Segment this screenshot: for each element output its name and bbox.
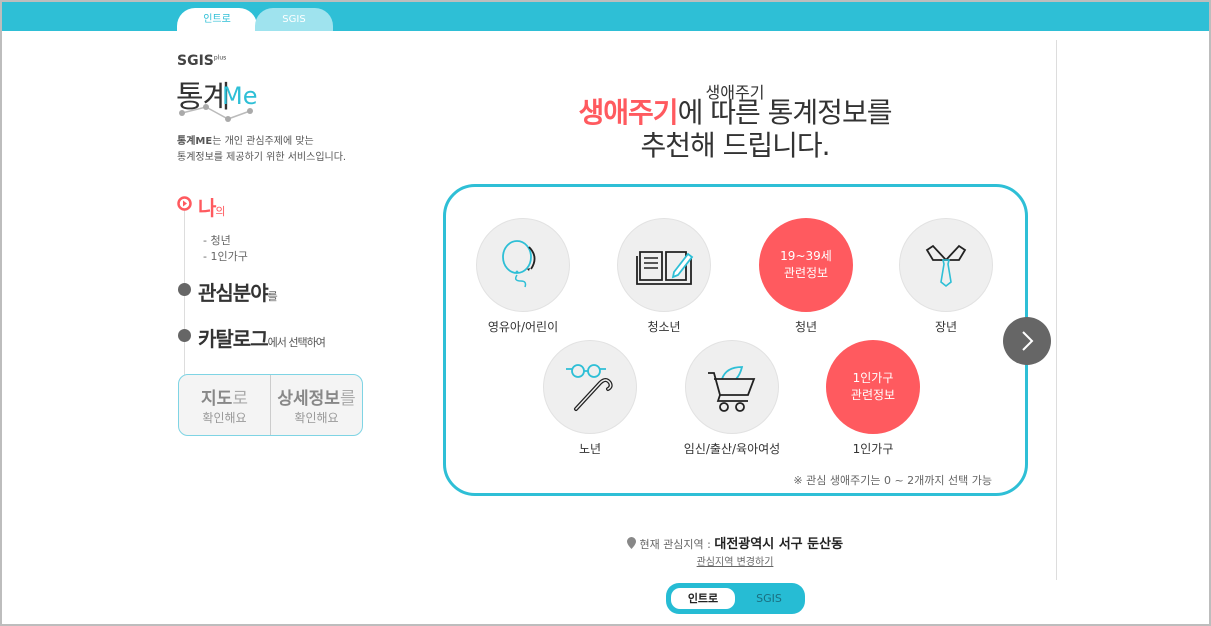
- lifecycle-pregnancy[interactable]: [685, 340, 779, 434]
- lifecycle-young-adult-selected[interactable]: 19~39세관련정보: [759, 218, 853, 312]
- selected-text: 관련정보: [850, 388, 896, 402]
- chevron-right-icon: [1022, 331, 1034, 351]
- location-value: 대전광역시 서구 둔산동: [714, 537, 844, 552]
- mode-toggle: 인트로 SGIS: [666, 583, 805, 614]
- selected-text: 19~39세: [780, 249, 832, 263]
- title-line3: 추천해 드립니다.: [640, 129, 830, 162]
- step-dot: [178, 283, 191, 296]
- selected-text: 1인가구: [852, 371, 894, 385]
- detail-button-bold: 상세정보: [277, 389, 340, 409]
- description-line2: 통계정보를 제공하기 위한 서비스입니다.: [177, 152, 347, 163]
- toggle-sgis[interactable]: SGIS: [738, 588, 800, 609]
- step-me-suffix: 의: [215, 205, 225, 218]
- lifecycle-middle-age[interactable]: [899, 218, 993, 312]
- step-catalog-title: 카탈로그: [198, 327, 269, 351]
- list-item: - 1인가구: [203, 250, 248, 263]
- lifecycle-label: 임신/출산/육아여성: [683, 442, 781, 456]
- map-button-light: 로: [232, 389, 248, 409]
- lifecycle-youth[interactable]: [617, 218, 711, 312]
- step-me: 나의: [198, 192, 226, 221]
- view-map-button[interactable]: 지도로확인해요: [179, 375, 271, 435]
- brand-name: 통계ME: [177, 136, 213, 147]
- step-me-title: 나: [198, 196, 216, 220]
- lifecycle-label: 영유아/어린이: [487, 320, 559, 334]
- toggle-intro[interactable]: 인트로: [671, 588, 735, 609]
- divider: [1056, 40, 1057, 580]
- lifecycle-label: 청소년: [647, 320, 681, 334]
- lifecycle-label: 장년: [934, 320, 958, 334]
- map-button-bold: 지도: [201, 389, 233, 409]
- map-button-sub: 확인해요: [202, 411, 247, 425]
- current-location: 현재 관심지역 : 대전광역시 서구 둔산동: [450, 533, 1020, 552]
- detail-button-light: 를: [339, 389, 356, 409]
- tie-icon: [925, 244, 967, 288]
- description-line1: 는 개인 관심주제에 맞는: [212, 136, 314, 147]
- selected-text: 관련정보: [783, 266, 829, 280]
- logo-graph-icon: [179, 104, 253, 122]
- book-icon: [636, 251, 694, 285]
- logo-sgis: SGISplus: [177, 53, 226, 69]
- lifecycle-label: 노년: [578, 442, 602, 456]
- view-buttons: 지도로 확인해요 상세정보를 확인해요: [178, 374, 363, 436]
- title-highlight: 생애주기: [578, 96, 679, 129]
- list-item: - 청년: [203, 234, 231, 247]
- lifecycle-senior[interactable]: [543, 340, 637, 434]
- lifecycle-label: 1인가구: [852, 442, 894, 456]
- step-catalog-suffix: 에서 선택하여: [267, 336, 326, 349]
- step-catalog: 카탈로그에서 선택하여: [198, 323, 326, 352]
- title-rest: 에 따른 통계정보를: [677, 96, 893, 129]
- map-pin-icon: [626, 537, 636, 549]
- tab-sgis[interactable]: SGIS: [255, 8, 333, 31]
- page-title: 생애주기에 따른 통계정보를 추천해 드립니다.: [450, 96, 1020, 162]
- balloon-icon: [502, 240, 536, 288]
- logo-sgis-text: SGIS: [177, 53, 214, 69]
- tab-intro[interactable]: 인트로: [177, 8, 257, 31]
- change-location-link[interactable]: 관심지역 변경하기: [450, 553, 1020, 568]
- view-detail-button[interactable]: 상세정보를 확인해요: [271, 375, 362, 435]
- stroller-icon: [708, 366, 756, 412]
- logo-plus: plus: [213, 54, 227, 62]
- selected-lifecycle-list: - 청년 - 1인가구: [203, 233, 248, 265]
- lifecycle-infant[interactable]: [476, 218, 570, 312]
- detail-button-sub: 확인해요: [294, 411, 339, 425]
- next-button[interactable]: [1003, 317, 1051, 365]
- play-circle-icon: [177, 196, 192, 211]
- step-interest-title: 관심분야: [198, 281, 269, 305]
- step-dot: [178, 329, 191, 342]
- service-description: 통계ME는 개인 관심주제에 맞는통계정보를 제공하기 위한 서비스입니다.: [177, 134, 346, 166]
- location-label: 현재 관심지역 :: [639, 538, 715, 551]
- selection-note: ※ 관심 생애주기는 0 ~ 2개까지 선택 가능: [793, 474, 992, 487]
- lifecycle-single-household-selected[interactable]: 1인가구관련정보: [826, 340, 920, 434]
- step-interest: 관심분야를: [198, 277, 278, 306]
- glasses-cane-icon: [566, 364, 613, 411]
- lifecycle-label: 청년: [794, 320, 818, 334]
- step-interest-suffix: 를: [267, 290, 278, 303]
